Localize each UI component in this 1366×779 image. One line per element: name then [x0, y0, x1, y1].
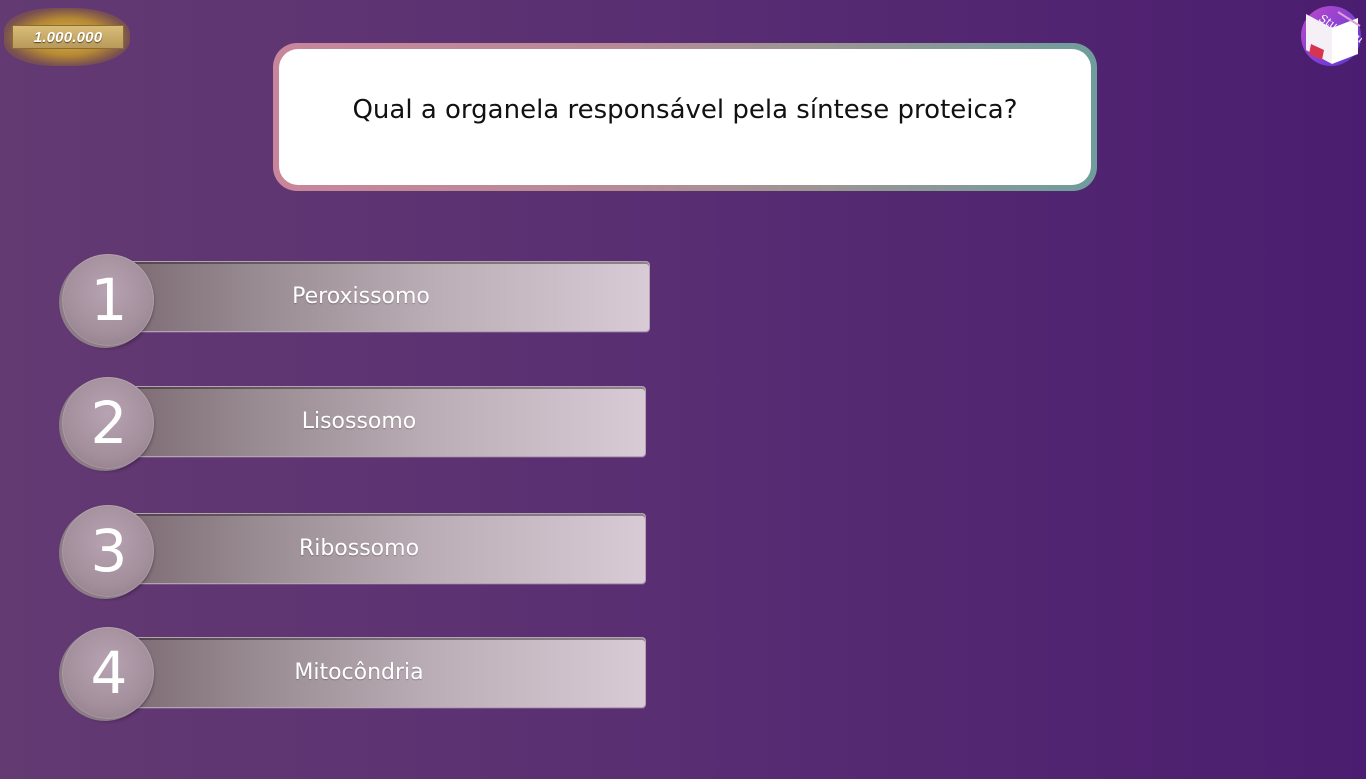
- answer-bar[interactable]: Mitocôndria: [120, 637, 646, 708]
- answer-option-1[interactable]: Peroxissomo 1: [62, 254, 650, 348]
- prize-badge: 1.000.000: [4, 8, 130, 66]
- answer-label: Peroxissomo: [292, 284, 430, 309]
- answer-number: 3: [90, 517, 128, 585]
- question-inner: Qual a organela responsável pela síntese…: [279, 49, 1091, 185]
- answer-number-circle[interactable]: 4: [62, 627, 154, 719]
- prize-plate: 1.000.000: [12, 25, 124, 49]
- answer-bar[interactable]: Peroxissomo: [120, 261, 650, 332]
- answer-number-circle[interactable]: 2: [62, 377, 154, 469]
- book-logo-icon: StudyDu: [1301, 6, 1366, 66]
- question-text: Qual a organela responsável pela síntese…: [352, 95, 1018, 125]
- answer-number: 1: [90, 266, 128, 334]
- question-card: Qual a organela responsável pela síntese…: [273, 43, 1097, 191]
- answer-label: Ribossomo: [298, 536, 420, 561]
- studydu-logo: StudyDu: [1298, 4, 1366, 68]
- answer-number: 2: [90, 389, 128, 457]
- answer-number-circle[interactable]: 3: [62, 505, 154, 597]
- answer-bar[interactable]: Ribossomo: [120, 513, 646, 584]
- answer-bar[interactable]: Lisossomo: [120, 386, 646, 457]
- prize-amount: 1.000.000: [33, 28, 103, 46]
- answer-number-circle[interactable]: 1: [62, 254, 154, 346]
- answer-option-3[interactable]: Ribossomo 3: [62, 505, 650, 599]
- answer-label: Mitocôndria: [294, 660, 424, 685]
- answer-option-4[interactable]: Mitocôndria 4: [62, 627, 650, 721]
- answer-label: Lisossomo: [301, 409, 417, 434]
- answer-option-2[interactable]: Lisossomo 2: [62, 377, 650, 471]
- answer-number: 4: [90, 639, 128, 707]
